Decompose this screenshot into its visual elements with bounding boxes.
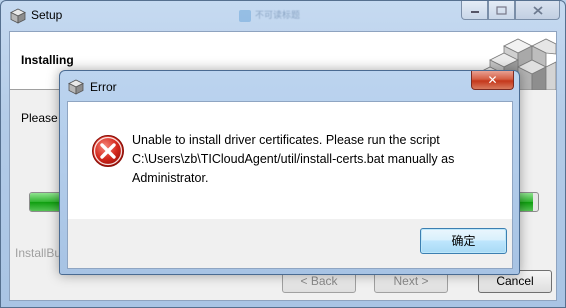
error-message: Unable to install driver certificates. P…	[132, 131, 502, 188]
close-icon	[532, 5, 543, 15]
error-close-button[interactable]: ✕	[471, 71, 514, 90]
maximize-button[interactable]	[488, 1, 515, 20]
minimize-button[interactable]	[461, 1, 488, 20]
error-dialog: Error ✕ Unable to install driver certifi…	[59, 70, 520, 275]
tab-app-icon	[239, 10, 251, 22]
error-message-line: Administrator.	[132, 171, 209, 185]
app-cube-icon	[10, 8, 26, 24]
error-client-area: Unable to install driver certificates. P…	[67, 101, 513, 269]
error-x-icon	[92, 135, 124, 167]
error-titlebar[interactable]: Error	[60, 71, 519, 101]
window-title: Setup	[31, 8, 63, 22]
installer-brand-text: InstallBu	[15, 246, 62, 260]
tab-label: 不可读标题	[255, 11, 301, 21]
error-content: Unable to install driver certificates. P…	[68, 102, 512, 219]
app-cube-icon	[68, 79, 84, 95]
status-text: Please	[21, 111, 58, 125]
setup-close-button[interactable]	[515, 1, 560, 20]
page-title: Installing	[21, 53, 74, 67]
caption-buttons	[461, 1, 560, 21]
background-taskbar-tab: 不可读标题	[239, 8, 323, 24]
error-title: Error	[90, 80, 117, 94]
error-message-line: Unable to install driver certificates. P…	[132, 133, 440, 147]
error-message-line: C:\Users\zb\TICloudAgent/util/install-ce…	[132, 152, 455, 166]
minimize-icon	[470, 11, 479, 13]
maximize-icon	[496, 5, 507, 15]
ok-button[interactable]: 确定	[420, 228, 507, 254]
